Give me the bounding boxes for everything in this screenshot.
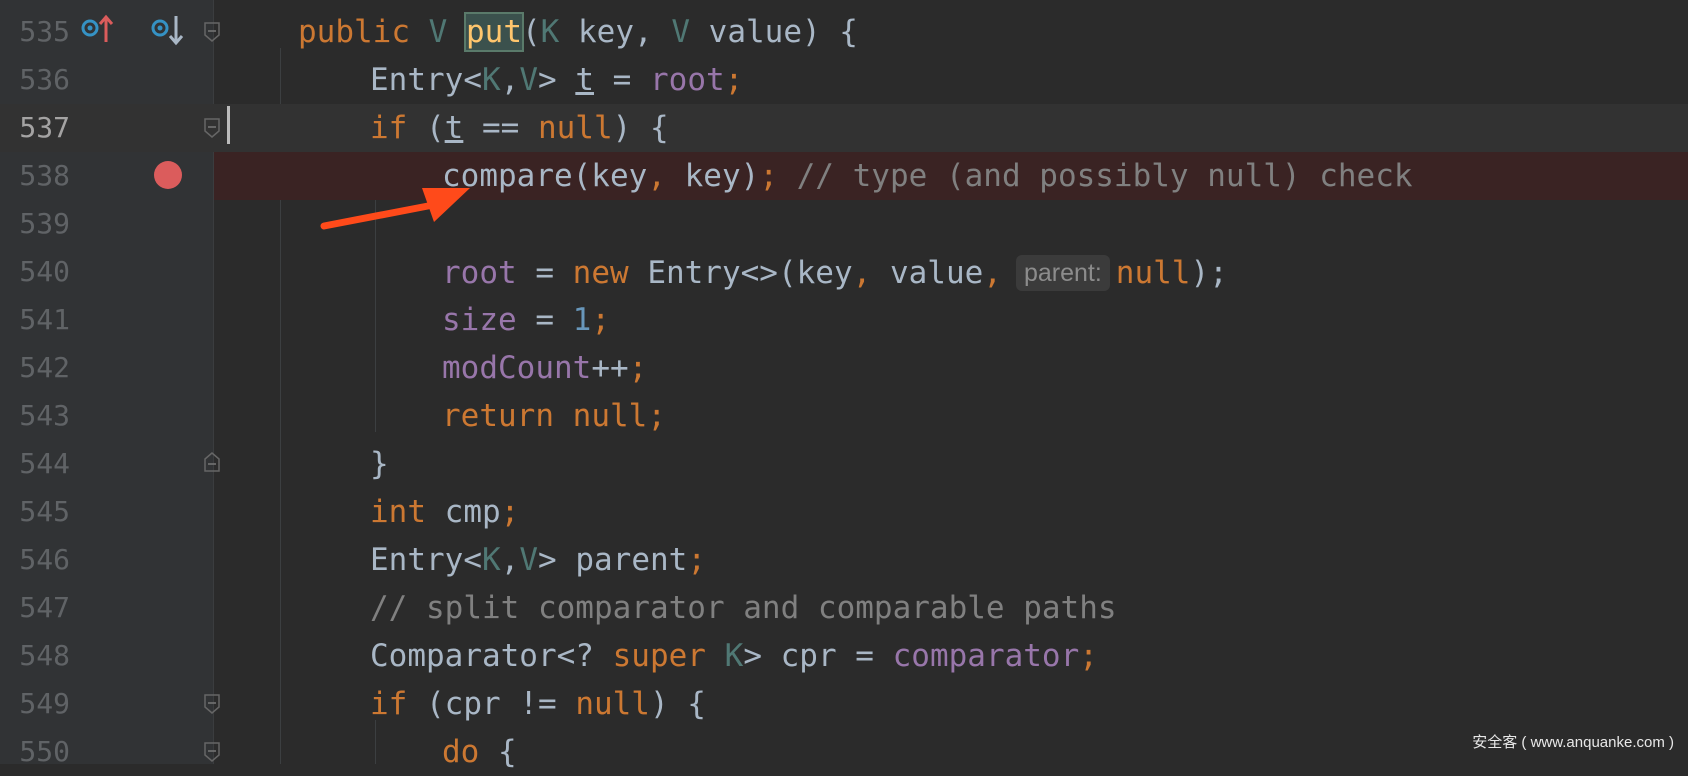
code-text[interactable]: Comparator<? super K> cpr = comparator;: [370, 639, 1098, 673]
code-text[interactable]: if (cpr != null) {: [370, 687, 706, 721]
line-number: 536: [19, 63, 70, 96]
code-line[interactable]: 540 root = new Entry<>(key, value, parent…: [0, 248, 1688, 296]
code-text[interactable]: public V put(K key, V value) {: [298, 12, 858, 52]
code-line[interactable]: 546 Entry<K,V> parent;: [0, 536, 1688, 584]
code-line[interactable]: 539: [0, 200, 1688, 248]
line-number: 545: [19, 495, 70, 528]
code-line[interactable]: 535 public V put(K key, V value) {: [0, 8, 1688, 56]
line-number: 548: [19, 639, 70, 672]
code-text[interactable]: size = 1;: [442, 303, 610, 337]
line-number: 535: [19, 15, 70, 48]
code-line[interactable]: 549 if (cpr != null) {: [0, 680, 1688, 728]
code-text[interactable]: compare(key, key); // type (and possibly…: [442, 159, 1413, 193]
watermark: 安全客 ( www.anquanke.com ): [1472, 734, 1674, 751]
line-number: 542: [19, 351, 70, 384]
parameter-hint: parent:: [1015, 255, 1110, 291]
code-line[interactable]: 545 int cmp;: [0, 488, 1688, 536]
line-number: 550: [19, 735, 70, 768]
arrow-annotation: [320, 188, 470, 230]
code-line[interactable]: 542 modCount++;: [0, 344, 1688, 392]
line-number: 539: [19, 207, 70, 240]
fold-icon[interactable]: [204, 452, 220, 472]
code-line[interactable]: 536 Entry<K,V> t = root;: [0, 56, 1688, 104]
fold-icon[interactable]: [204, 742, 220, 762]
text-caret: [227, 106, 230, 144]
code-line[interactable]: 544 }: [0, 440, 1688, 488]
fold-icon[interactable]: [204, 118, 220, 138]
line-number: 547: [19, 591, 70, 624]
code-line[interactable]: 541 size = 1;: [0, 296, 1688, 344]
code-text[interactable]: root = new Entry<>(key, value, parent: nul…: [442, 255, 1228, 291]
code-text[interactable]: int cmp;: [370, 495, 519, 529]
line-number: 538: [19, 159, 70, 192]
line-number: 541: [19, 303, 70, 336]
code-text[interactable]: Entry<K,V> parent;: [370, 543, 706, 577]
fold-icon[interactable]: [204, 22, 220, 42]
fold-icon[interactable]: [204, 694, 220, 714]
line-number: 543: [19, 399, 70, 432]
code-line[interactable]: 543 return null;: [0, 392, 1688, 440]
code-editor[interactable]: 535 public V put(K key, V value) { 536 E…: [0, 0, 1688, 769]
override-up-icon[interactable]: [80, 14, 114, 44]
line-number: 544: [19, 447, 70, 480]
implemented-down-icon[interactable]: [150, 14, 184, 46]
line-number: 546: [19, 543, 70, 576]
code-text[interactable]: return null;: [442, 399, 666, 433]
code-line[interactable]: 547 // split comparator and comparable p…: [0, 584, 1688, 632]
line-number: 537: [19, 111, 70, 144]
code-text[interactable]: // split comparator and comparable paths: [370, 591, 1117, 625]
code-line[interactable]: 550 do {: [0, 728, 1688, 776]
code-text[interactable]: modCount++;: [442, 351, 647, 385]
breakpoint-icon[interactable]: [154, 161, 182, 189]
method-name-highlight[interactable]: put: [464, 12, 524, 52]
code-text[interactable]: if (t == null) {: [370, 111, 669, 145]
code-line-current[interactable]: 537 if (t == null) {: [0, 104, 1688, 152]
code-text[interactable]: }: [370, 447, 389, 481]
line-number: 540: [19, 255, 70, 288]
code-line-breakpoint[interactable]: 538 compare(key, key); // type (and poss…: [0, 152, 1688, 200]
line-number: 549: [19, 687, 70, 720]
code-line[interactable]: 548 Comparator<? super K> cpr = comparat…: [0, 632, 1688, 680]
code-text[interactable]: Entry<K,V> t = root;: [370, 63, 743, 97]
